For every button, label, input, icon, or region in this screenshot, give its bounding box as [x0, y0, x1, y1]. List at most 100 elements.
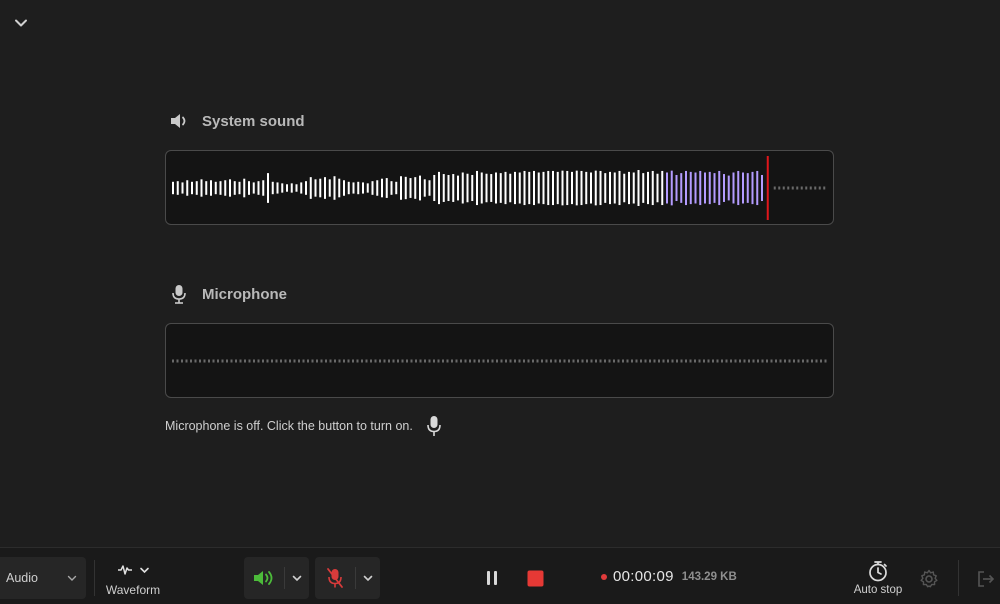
waveform-bar	[542, 171, 545, 205]
silent-tick	[469, 359, 471, 363]
waveform-bar	[637, 170, 640, 206]
silent-tick	[784, 359, 786, 363]
waveform-bar	[642, 173, 645, 203]
silent-tick	[190, 359, 192, 363]
playhead	[766, 156, 769, 220]
silent-tick	[811, 359, 813, 363]
silent-tick	[406, 359, 408, 363]
silent-tick	[442, 359, 444, 363]
waveform-bar	[718, 170, 721, 206]
silent-tick	[392, 359, 395, 363]
waveform-bar	[457, 175, 459, 201]
silent-tick	[235, 359, 237, 363]
silent-tick	[779, 359, 782, 363]
chevron-down-icon	[292, 575, 302, 582]
waveform-bar	[523, 170, 526, 206]
silent-tick	[716, 359, 719, 363]
elapsed-time: 00:00:09	[613, 568, 674, 585]
waveform-bar	[343, 180, 345, 196]
silent-tick	[725, 359, 728, 363]
silent-tick	[365, 359, 368, 363]
waveform-bar	[742, 172, 744, 204]
settings-button[interactable]	[918, 568, 940, 590]
waveform-bar	[262, 180, 265, 196]
toolbar-divider	[958, 560, 959, 596]
stop-button[interactable]	[523, 566, 547, 590]
waveform-bar	[623, 173, 626, 203]
silent-tick	[262, 359, 264, 363]
silent-tick	[257, 359, 260, 363]
pause-button[interactable]	[480, 566, 504, 590]
waveform-bar	[713, 173, 716, 203]
waveform-bar	[685, 170, 687, 206]
waveform-view-button[interactable]: Waveform	[104, 560, 162, 600]
waveform-bar	[476, 170, 478, 206]
waveform-bar	[490, 174, 493, 202]
waveform-bar	[300, 182, 303, 194]
waveform-bar	[229, 179, 231, 197]
silent-tick	[545, 359, 548, 363]
waveform-bar	[371, 181, 374, 195]
silent-tick	[343, 359, 345, 363]
waveform-bar	[566, 170, 569, 206]
silent-tick	[626, 359, 629, 363]
collapse-button[interactable]	[10, 12, 32, 34]
silent-tick	[778, 186, 781, 190]
silent-tick	[532, 359, 534, 363]
silent-tick	[212, 359, 215, 363]
waveform-bar	[528, 171, 531, 205]
waveform-bar	[694, 172, 697, 204]
silent-tick	[604, 359, 606, 363]
silent-tick	[356, 359, 359, 363]
waveform-bar	[252, 182, 255, 194]
chevron-down-icon	[67, 575, 77, 581]
waveform-bar	[347, 181, 350, 195]
waveform-bar	[552, 170, 554, 206]
silent-tick	[800, 186, 803, 190]
silent-tick	[325, 359, 327, 363]
mode-select-value: Audio	[6, 571, 38, 585]
microphone-toggle[interactable]	[315, 557, 355, 599]
waveform-bar	[414, 177, 417, 199]
silent-tick	[559, 359, 561, 363]
silent-tick	[568, 359, 570, 363]
silent-tick	[680, 359, 683, 363]
waveform-bar	[409, 178, 412, 198]
silent-tick	[550, 359, 552, 363]
waveform-bar	[571, 171, 573, 205]
waveform-bar	[309, 177, 312, 199]
silent-tick	[185, 359, 188, 363]
silent-tick	[478, 359, 480, 363]
silent-tick	[271, 359, 273, 363]
microphone-dropdown[interactable]	[356, 557, 380, 599]
silent-tick	[419, 359, 422, 363]
waveform-bar	[666, 172, 668, 204]
silent-tick	[635, 359, 638, 363]
silent-tick	[818, 186, 821, 190]
silent-tick	[482, 359, 485, 363]
speaker-icon	[254, 571, 273, 585]
system-audio-dropdown[interactable]	[285, 557, 309, 599]
waveform-bar	[509, 173, 512, 203]
silent-tick	[518, 359, 521, 363]
pause-icon	[487, 571, 497, 585]
silent-tick	[577, 359, 579, 363]
silent-tick	[797, 359, 800, 363]
waveform-bar	[471, 174, 474, 202]
mode-select[interactable]: Audio	[0, 557, 86, 599]
silent-tick	[782, 186, 785, 190]
turn-on-microphone-button[interactable]	[425, 415, 443, 437]
waveform-bar	[704, 172, 706, 204]
waveform-bar	[200, 179, 203, 197]
silent-tick	[181, 359, 183, 363]
silent-tick	[734, 359, 737, 363]
chevron-down-icon	[15, 19, 27, 27]
silent-tick	[203, 359, 206, 363]
auto-stop-button[interactable]: Auto stop	[850, 560, 906, 602]
system-audio-toggle[interactable]	[244, 557, 284, 599]
exit-button[interactable]	[975, 568, 997, 590]
waveform-bar	[210, 180, 212, 196]
silent-tick	[487, 359, 489, 363]
silent-tick	[266, 359, 269, 363]
waveform-bar	[333, 176, 336, 200]
